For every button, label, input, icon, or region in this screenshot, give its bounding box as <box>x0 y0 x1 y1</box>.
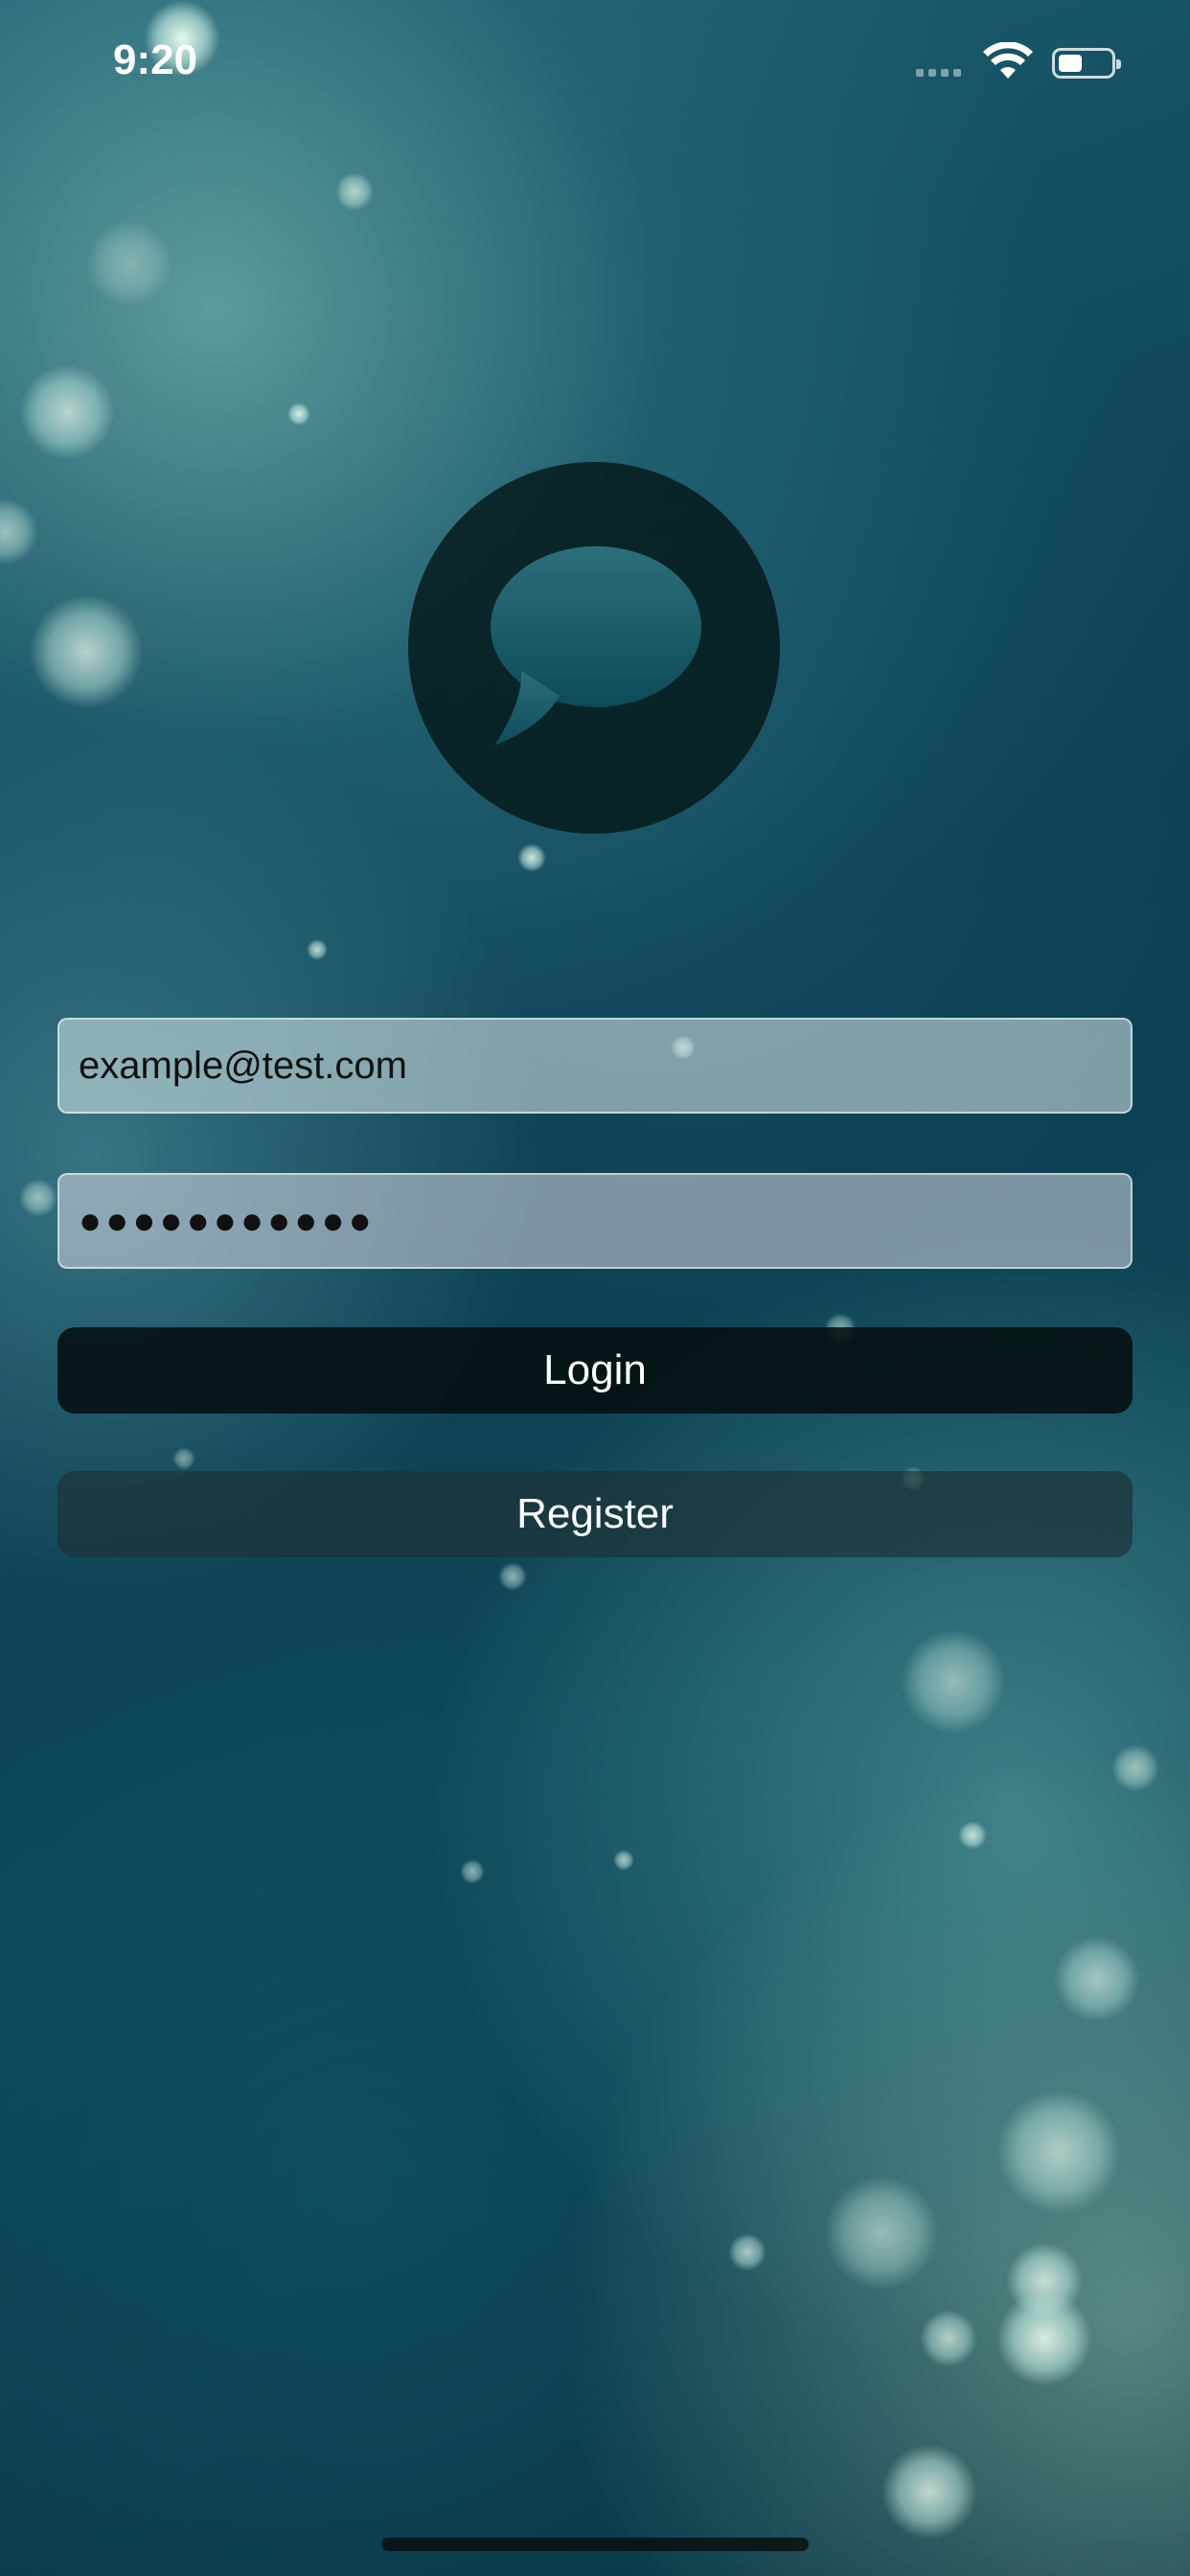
password-field[interactable]: ●●●●●●●●●●● <box>57 1173 1133 1269</box>
home-indicator[interactable] <box>381 2538 809 2551</box>
login-button[interactable]: Login <box>57 1327 1133 1414</box>
status-bar: 9:20 <box>0 0 1190 126</box>
register-button[interactable]: Register <box>57 1471 1133 1557</box>
signal-icon <box>916 69 961 77</box>
chat-bubble-icon <box>408 462 780 834</box>
email-field[interactable]: example@test.com <box>57 1018 1133 1114</box>
battery-icon <box>1052 48 1121 79</box>
status-time: 9:20 <box>113 36 198 83</box>
wifi-icon <box>983 42 1033 79</box>
